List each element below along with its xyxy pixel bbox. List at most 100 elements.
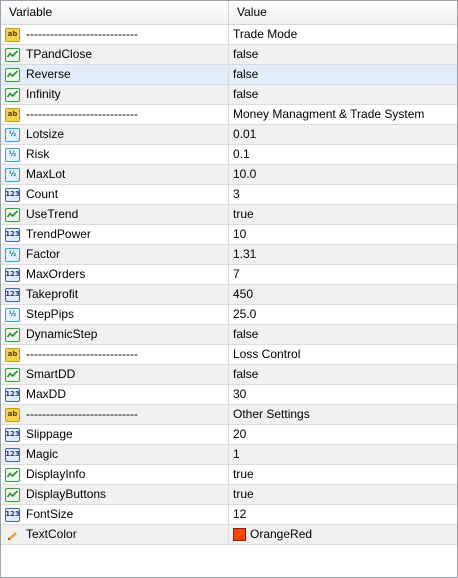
- value-cell[interactable]: 20: [229, 425, 457, 444]
- variable-cell[interactable]: 123 FontSize: [1, 505, 229, 524]
- value-cell[interactable]: false: [229, 45, 457, 64]
- table-row[interactable]: 123 Slippage 20: [1, 425, 457, 445]
- table-row[interactable]: 123 MaxOrders 7: [1, 265, 457, 285]
- variable-name: FontSize: [26, 507, 74, 521]
- value-cell[interactable]: 12: [229, 505, 457, 524]
- table-row[interactable]: DynamicStep false: [1, 325, 457, 345]
- value-cell[interactable]: 0.1: [229, 145, 457, 164]
- table-row[interactable]: SmartDD false: [1, 365, 457, 385]
- string-icon: ab: [5, 407, 20, 422]
- variable-cell[interactable]: ab ----------------------------: [1, 405, 229, 424]
- table-row[interactable]: TextColor OrangeRed: [1, 525, 457, 545]
- value-cell[interactable]: 10.0: [229, 165, 457, 184]
- variable-cell[interactable]: UseTrend: [1, 205, 229, 224]
- variable-name: MaxDD: [26, 387, 67, 401]
- variable-cell[interactable]: 123 Slippage: [1, 425, 229, 444]
- variable-value: Other Settings: [233, 407, 310, 421]
- variable-value: 7: [233, 267, 240, 281]
- variable-cell[interactable]: ab ----------------------------: [1, 25, 229, 44]
- value-cell[interactable]: true: [229, 465, 457, 484]
- value-cell[interactable]: true: [229, 485, 457, 504]
- table-row[interactable]: 123 Count 3: [1, 185, 457, 205]
- variable-cell[interactable]: ½ Risk: [1, 145, 229, 164]
- variable-value: 20: [233, 427, 247, 441]
- variable-value: 10: [233, 227, 247, 241]
- value-cell[interactable]: false: [229, 65, 457, 84]
- value-cell[interactable]: true: [229, 205, 457, 224]
- variable-column-header[interactable]: Variable: [1, 1, 229, 24]
- variable-cell[interactable]: 123 Count: [1, 185, 229, 204]
- value-cell[interactable]: Money Managment & Trade System: [229, 105, 457, 124]
- table-row[interactable]: 123 FontSize 12: [1, 505, 457, 525]
- variable-cell[interactable]: ab ----------------------------: [1, 345, 229, 364]
- value-column-header[interactable]: Value: [229, 1, 457, 24]
- variable-name: ----------------------------: [26, 407, 138, 421]
- variable-cell[interactable]: SmartDD: [1, 365, 229, 384]
- variable-name: Takeprofit: [26, 287, 79, 301]
- value-cell[interactable]: 3: [229, 185, 457, 204]
- table-row[interactable]: ½ Risk 0.1: [1, 145, 457, 165]
- variable-cell[interactable]: TextColor: [1, 525, 229, 544]
- variable-cell[interactable]: 123 TrendPower: [1, 225, 229, 244]
- table-row[interactable]: ab ---------------------------- Money Mana…: [1, 105, 457, 125]
- boolean-icon: [5, 87, 20, 102]
- table-row[interactable]: 123 Takeprofit 450: [1, 285, 457, 305]
- value-cell[interactable]: false: [229, 325, 457, 344]
- value-cell[interactable]: 30: [229, 385, 457, 404]
- variable-cell[interactable]: 123 MaxDD: [1, 385, 229, 404]
- double-icon: ½: [5, 247, 20, 262]
- variable-cell[interactable]: Infinity: [1, 85, 229, 104]
- variable-cell[interactable]: 123 MaxOrders: [1, 265, 229, 284]
- value-cell[interactable]: OrangeRed: [229, 525, 457, 544]
- table-row[interactable]: UseTrend true: [1, 205, 457, 225]
- variable-cell[interactable]: ½ Factor: [1, 245, 229, 264]
- variable-cell[interactable]: ½ StepPips: [1, 305, 229, 324]
- variable-value: false: [233, 327, 259, 341]
- value-cell[interactable]: 25.0: [229, 305, 457, 324]
- double-icon: ½: [5, 147, 20, 162]
- variable-cell[interactable]: DisplayInfo: [1, 465, 229, 484]
- value-cell[interactable]: Trade Mode: [229, 25, 457, 44]
- table-row[interactable]: ab ---------------------------- Other Sett…: [1, 405, 457, 425]
- variable-name: MaxOrders: [26, 267, 86, 281]
- table-row[interactable]: ½ MaxLot 10.0: [1, 165, 457, 185]
- value-cell[interactable]: 450: [229, 285, 457, 304]
- variable-name: TPandClose: [26, 47, 93, 61]
- table-row[interactable]: ab ---------------------------- Loss Contr…: [1, 345, 457, 365]
- value-cell[interactable]: 0.01: [229, 125, 457, 144]
- variable-cell[interactable]: TPandClose: [1, 45, 229, 64]
- table-row[interactable]: 123 TrendPower 10: [1, 225, 457, 245]
- value-cell[interactable]: false: [229, 85, 457, 104]
- variable-cell[interactable]: DynamicStep: [1, 325, 229, 344]
- value-cell[interactable]: false: [229, 365, 457, 384]
- variable-cell[interactable]: 123 Magic: [1, 445, 229, 464]
- variable-cell[interactable]: ab ----------------------------: [1, 105, 229, 124]
- table-row[interactable]: 123 Magic 1: [1, 445, 457, 465]
- variable-cell[interactable]: ½ Lotsize: [1, 125, 229, 144]
- value-cell[interactable]: 7: [229, 265, 457, 284]
- table-row[interactable]: DisplayButtons true: [1, 485, 457, 505]
- value-cell[interactable]: 1.31: [229, 245, 457, 264]
- variable-cell[interactable]: Reverse: [1, 65, 229, 84]
- table-row[interactable]: DisplayInfo true: [1, 465, 457, 485]
- integer-icon: 123: [5, 227, 20, 242]
- variable-cell[interactable]: ½ MaxLot: [1, 165, 229, 184]
- value-cell[interactable]: 1: [229, 445, 457, 464]
- table-row[interactable]: ab ---------------------------- Trade Mode: [1, 25, 457, 45]
- table-row[interactable]: Reverse false: [1, 65, 457, 85]
- table-row[interactable]: ½ Factor 1.31: [1, 245, 457, 265]
- table-row[interactable]: ½ StepPips 25.0: [1, 305, 457, 325]
- variable-value: 10.0: [233, 167, 257, 181]
- value-cell[interactable]: Loss Control: [229, 345, 457, 364]
- table-row[interactable]: ½ Lotsize 0.01: [1, 125, 457, 145]
- variable-cell[interactable]: DisplayButtons: [1, 485, 229, 504]
- table-row[interactable]: 123 MaxDD 30: [1, 385, 457, 405]
- variable-value: 450: [233, 287, 254, 301]
- table-row[interactable]: Infinity false: [1, 85, 457, 105]
- variable-value: 25.0: [233, 307, 257, 321]
- variable-name: ----------------------------: [26, 107, 138, 121]
- value-cell[interactable]: 10: [229, 225, 457, 244]
- variable-cell[interactable]: 123 Takeprofit: [1, 285, 229, 304]
- table-row[interactable]: TPandClose false: [1, 45, 457, 65]
- value-cell[interactable]: Other Settings: [229, 405, 457, 424]
